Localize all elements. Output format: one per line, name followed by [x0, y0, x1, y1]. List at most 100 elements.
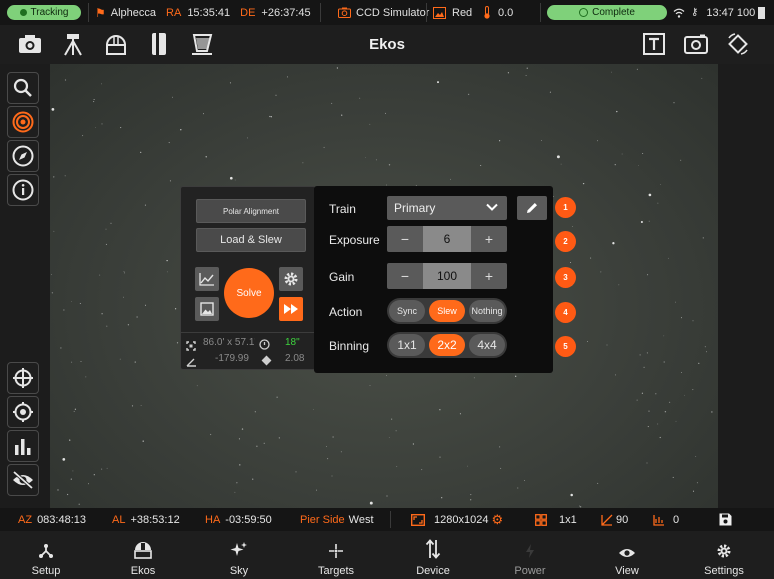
text-overlay-icon[interactable]: [641, 31, 667, 57]
star: [660, 184, 662, 186]
step-badge-3: 3: [555, 267, 576, 288]
chart-button[interactable]: [195, 267, 219, 291]
dust-cap-icon[interactable]: [146, 31, 172, 57]
star: [369, 123, 371, 125]
star: [664, 411, 667, 413]
nav-device[interactable]: Device: [398, 531, 468, 579]
gain-decrement-button[interactable]: −: [387, 263, 423, 289]
binning-4x4-option[interactable]: 4x4: [469, 334, 505, 356]
gain-label: Gain: [329, 270, 355, 284]
battery-icon: [758, 6, 766, 19]
statistics-tool-button[interactable]: [7, 430, 39, 462]
star: [101, 83, 102, 85]
star: [53, 176, 55, 178]
capture-status-badge[interactable]: Complete: [547, 5, 667, 20]
action-sync-option[interactable]: Sync: [389, 300, 425, 322]
star: [180, 129, 182, 131]
star: [702, 237, 704, 239]
star: [105, 243, 107, 245]
gain-readout-value: 90: [616, 513, 629, 526]
resolution-readout[interactable]: 1280x1024 ⚙: [411, 508, 503, 531]
info-tool-button[interactable]: [7, 174, 39, 206]
gain-increment-button[interactable]: +: [471, 263, 507, 289]
action-nothing-option[interactable]: Nothing: [469, 300, 505, 322]
tracking-badge[interactable]: Tracking: [7, 5, 81, 20]
star: [171, 96, 174, 98]
nav-targets[interactable]: Targets: [301, 531, 371, 579]
exposure-decrement-button[interactable]: −: [387, 226, 423, 252]
compass-icon: [12, 145, 34, 167]
star: [386, 374, 387, 376]
star: [667, 257, 669, 259]
rotate-screen-icon[interactable]: [725, 31, 751, 57]
binning-2x2-option[interactable]: 2x2: [429, 334, 465, 356]
image-preview-icon[interactable]: [683, 31, 709, 57]
ha-readout: HA -03:59:50: [205, 508, 272, 531]
image-button[interactable]: [195, 297, 219, 321]
star: [439, 409, 441, 411]
star: [60, 347, 62, 349]
star: [69, 439, 71, 441]
target-tool-button[interactable]: [7, 106, 39, 138]
nav-power[interactable]: Power: [495, 531, 565, 579]
gps-tool-button[interactable]: [7, 396, 39, 428]
flat-panel-icon[interactable]: [189, 31, 215, 57]
star: [579, 505, 580, 507]
star: [616, 110, 618, 113]
star: [369, 501, 373, 505]
star: [365, 157, 366, 158]
ra-label: RA: [166, 6, 182, 19]
observatory-dome-icon[interactable]: [103, 31, 129, 57]
tracking-label: Tracking: [30, 7, 69, 18]
polar-alignment-button[interactable]: Polar Alignment: [196, 199, 306, 223]
al-label: AL: [112, 513, 126, 526]
gain-value[interactable]: 100: [423, 263, 471, 289]
mount-tripod-icon[interactable]: [60, 31, 86, 57]
star: [500, 467, 502, 469]
nav-sky[interactable]: Sky: [204, 531, 274, 579]
crosshair-tool-button[interactable]: [7, 362, 39, 394]
nav-setup[interactable]: Setup: [11, 531, 81, 579]
solve-button[interactable]: Solve: [224, 268, 274, 318]
star: [375, 159, 377, 161]
load-slew-button[interactable]: Load & Slew: [196, 228, 306, 252]
star: [696, 482, 698, 484]
de-label: DE: [240, 6, 256, 19]
fast-forward-button[interactable]: [279, 297, 303, 321]
star: [331, 102, 333, 104]
solver-settings-button[interactable]: [279, 267, 303, 291]
compass-tool-button[interactable]: [7, 140, 39, 172]
bar-chart-icon: [15, 439, 31, 455]
capture-camera-icon[interactable]: [17, 31, 43, 57]
star: [72, 470, 74, 472]
star: [302, 162, 304, 164]
star: [648, 410, 650, 412]
camera-icon: [338, 7, 351, 18]
search-tool-button[interactable]: [7, 72, 39, 104]
de-value: +26:37:45: [261, 6, 311, 19]
save-button[interactable]: [719, 508, 732, 531]
nav-view[interactable]: View: [592, 531, 662, 579]
action-slew-option[interactable]: Slew: [429, 300, 465, 322]
train-select[interactable]: Primary: [387, 196, 507, 220]
star: [657, 202, 659, 204]
exposure-increment-button[interactable]: +: [471, 226, 507, 252]
star: [269, 115, 271, 118]
nav-settings[interactable]: Settings: [689, 531, 759, 579]
star: [78, 503, 80, 505]
star: [79, 303, 81, 305]
alignment-solver-panel: Polar Alignment Load & Slew Solve 86.0' …: [180, 186, 316, 370]
nav-ekos[interactable]: Ekos: [108, 531, 178, 579]
offset-readout: 0: [653, 508, 679, 531]
save-icon: [719, 513, 732, 526]
binning-1x1-option[interactable]: 1x1: [389, 334, 425, 356]
az-readout: AZ 083:48:13: [18, 508, 86, 531]
star: [663, 335, 665, 337]
visibility-tool-button[interactable]: [7, 464, 39, 496]
gain-stepper: − 100 +: [387, 263, 507, 289]
edit-train-button[interactable]: [517, 196, 547, 220]
star: [205, 156, 207, 158]
star: [467, 465, 468, 467]
star: [106, 325, 108, 327]
exposure-value[interactable]: 6: [423, 226, 471, 252]
